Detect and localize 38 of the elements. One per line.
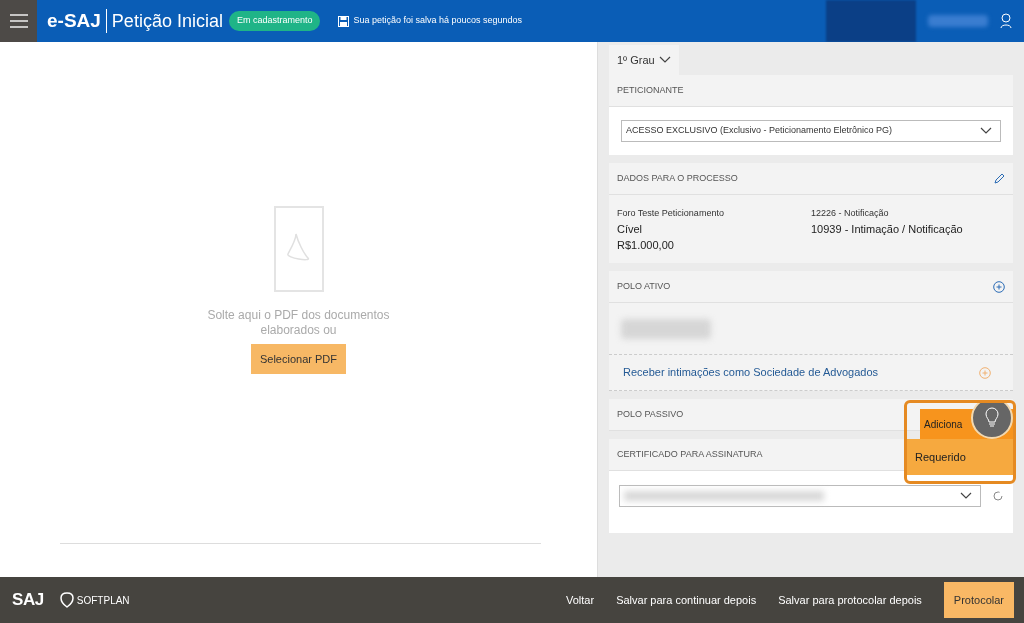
refresh-icon[interactable]	[993, 491, 1003, 501]
section-title: POLO ATIVO	[617, 279, 671, 293]
pencil-icon[interactable]	[993, 172, 1005, 185]
process-detail: 12226 - Notificação	[811, 207, 890, 220]
petitioner-select[interactable]: ACESSO EXCLUSIVO (Exclusivo - Peticionamento Eletrônico PG)	[621, 120, 1001, 142]
shield-icon	[59, 592, 74, 608]
process-detail: Cível	[617, 222, 644, 237]
section-title: DADOS PARA O PROCESSO	[617, 171, 738, 185]
protocol-button[interactable]: Protocolar	[943, 582, 1014, 618]
save-icon	[338, 15, 350, 27]
law-firm-link[interactable]: Receber intimações como Sociedade de Advogados	[623, 364, 878, 381]
dropdown-item[interactable]: Requerido	[907, 439, 1013, 475]
process-detail: Foro Teste Peticionamento	[617, 207, 725, 220]
save-notice: Sua petição foi salva há poucos segundos	[353, 14, 523, 28]
section-title: PETICIONANTE	[617, 83, 684, 97]
status-badge: Em cadastramento	[228, 11, 321, 31]
chevron-down-icon	[658, 56, 671, 64]
footer-link[interactable]: Salvar para protocolar depois	[778, 591, 922, 609]
menu-icon	[9, 14, 28, 28]
menu-button[interactable]	[0, 0, 37, 42]
page-title: Petição Inicial	[111, 9, 223, 33]
select-pdf-button[interactable]: Selecionar PDF	[250, 344, 346, 374]
add-circle-icon[interactable]	[993, 280, 1005, 293]
saj-logo: SAJ	[12, 589, 44, 612]
section-title: CERTIFICADO PARA ASSINATURA	[617, 447, 763, 461]
user-icon[interactable]	[1000, 13, 1012, 29]
footer-link[interactable]: Salvar para continuar depois	[616, 591, 757, 609]
section-title: POLO PASSIVO	[617, 407, 684, 421]
process-detail: R$1.000,00	[617, 238, 675, 253]
process-detail: 10939 - Intimação / Notificação	[811, 222, 964, 237]
pdf-file-icon	[273, 206, 324, 292]
footer-link[interactable]: Voltar	[566, 591, 595, 609]
chevron-down-icon	[960, 492, 972, 500]
company-name: SOFTPLAN	[76, 593, 130, 608]
brand-name: e-SAJ	[47, 8, 101, 33]
instance-dropdown[interactable]: 1º Grau	[609, 45, 679, 75]
chevron-down-icon	[980, 127, 992, 135]
drop-message: Solte aqui o PDF dos documentos elaborados ou	[206, 308, 391, 338]
